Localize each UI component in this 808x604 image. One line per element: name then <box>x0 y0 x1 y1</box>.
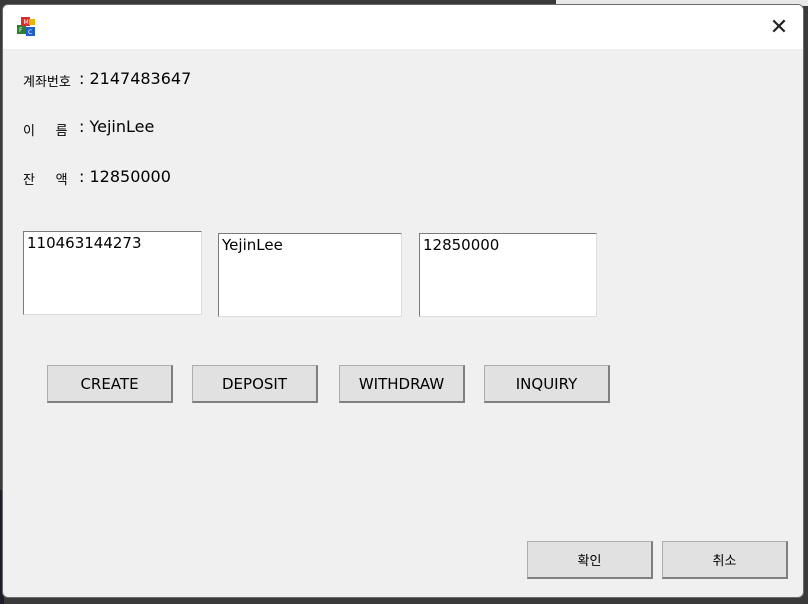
account-number-label: 계좌번호 <box>23 75 71 90</box>
inquiry-button[interactable]: INQUIRY <box>484 365 610 403</box>
svg-text:C: C <box>28 29 32 36</box>
svg-text:F: F <box>19 27 23 34</box>
close-button[interactable]: ✕ <box>755 5 803 49</box>
balance-label: 잔 액 <box>23 173 68 188</box>
account-number-value: : 2147483647 <box>79 69 192 88</box>
create-button[interactable]: CREATE <box>47 365 173 403</box>
cancel-button-label: 취소 <box>712 554 737 569</box>
cancel-button[interactable]: 취소 <box>662 541 788 579</box>
account-number-input[interactable] <box>23 231 202 315</box>
withdraw-button-label: WITHDRAW <box>358 374 445 393</box>
ok-button-label: 확인 <box>577 554 602 569</box>
title-bar[interactable]: M F C ✕ <box>3 5 803 49</box>
svg-text:M: M <box>24 19 29 26</box>
dialog-window: M F C ✕ 계좌번호 : 2147483647 이 름 : YejinLee… <box>2 4 804 598</box>
withdraw-button[interactable]: WITHDRAW <box>339 365 465 403</box>
create-button-label: CREATE <box>80 374 139 393</box>
name-input[interactable] <box>218 233 402 317</box>
inquiry-button-label: INQUIRY <box>515 374 578 393</box>
balance-value: : 12850000 <box>79 167 171 186</box>
name-label: 이 름 <box>23 124 68 139</box>
close-icon: ✕ <box>769 14 789 40</box>
mfc-app-icon: M F C <box>17 17 35 36</box>
name-value: : YejinLee <box>79 117 155 136</box>
deposit-button-label: DEPOSIT <box>222 374 287 393</box>
deposit-button[interactable]: DEPOSIT <box>192 365 318 403</box>
ok-button[interactable]: 확인 <box>527 541 653 579</box>
amount-input[interactable] <box>419 233 597 317</box>
